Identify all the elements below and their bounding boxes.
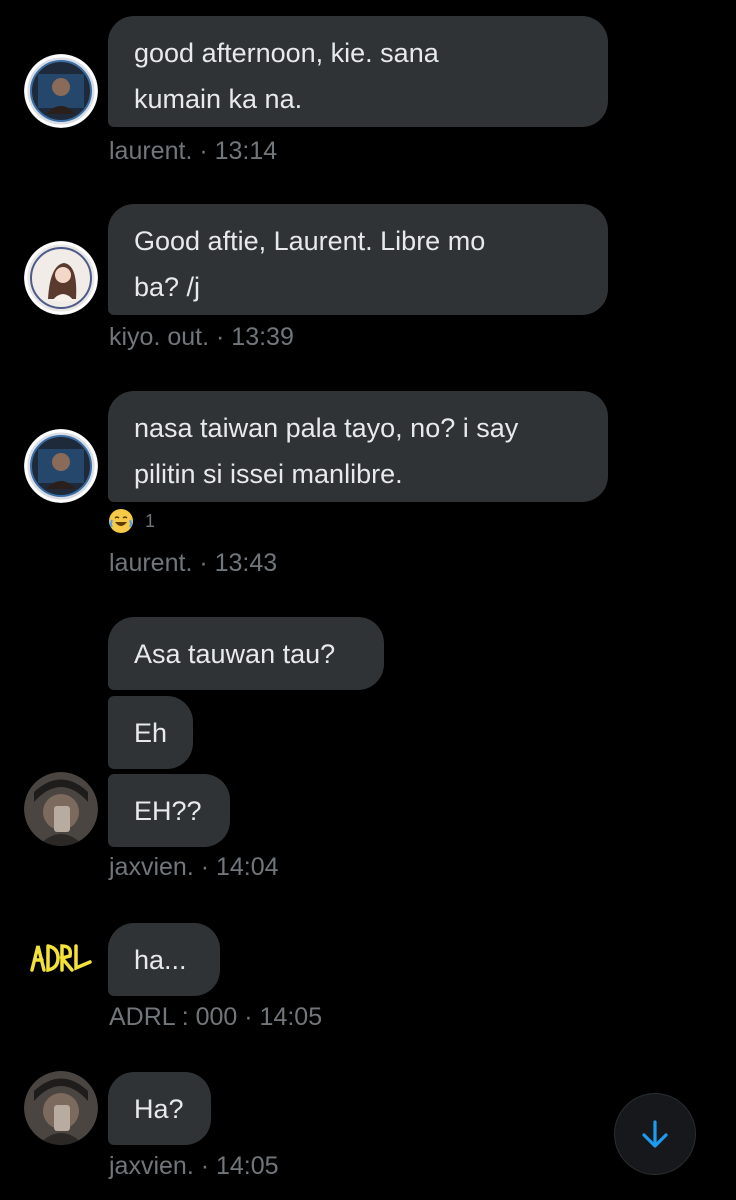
message-meta: laurent. · 13:43 <box>109 549 277 578</box>
message-time: 13:14 <box>214 137 278 165</box>
message-time: 14:05 <box>216 1152 279 1180</box>
avatar-laurent[interactable] <box>24 429 98 503</box>
message-meta: jaxvien. · 14:04 <box>109 853 279 882</box>
meta-separator: · <box>216 323 225 351</box>
avatar-adrl[interactable] <box>28 938 94 978</box>
author-name[interactable]: jaxvien. <box>109 1152 194 1180</box>
avatar-laurent-image <box>24 54 98 128</box>
avatar-jaxvien[interactable] <box>24 772 98 846</box>
message-bubble[interactable]: Asa tauwan tau? <box>108 617 384 690</box>
avatar-kiyo[interactable] <box>24 241 98 315</box>
message-bubble[interactable]: Good aftie, Laurent. Libre mo ba? /j <box>108 204 608 315</box>
message-bubble[interactable]: nasa taiwan pala tayo, no? i say pilitin… <box>108 391 608 502</box>
arrow-down-icon <box>642 1120 668 1148</box>
meta-separator: · <box>199 137 208 165</box>
message-text-line: ba? /j <box>134 272 201 302</box>
avatar-laurent[interactable] <box>24 54 98 128</box>
author-name[interactable]: laurent. <box>109 549 192 577</box>
avatar-jaxvien-image <box>24 1071 98 1145</box>
reaction-count: 1 <box>145 510 156 531</box>
message-text-line: good afternoon, kie. sana <box>134 38 439 68</box>
adrl-logo-image <box>30 944 92 973</box>
message-text-line: ha... <box>134 945 187 975</box>
message-text-line: pilitin si issei manlibre. <box>134 459 403 489</box>
avatar-laurent-image <box>24 429 98 503</box>
face-with-tears-of-joy-icon <box>109 509 133 533</box>
message-bubble[interactable]: ha... <box>108 923 220 996</box>
message-time: 13:43 <box>214 549 278 577</box>
message-text-line: Asa tauwan tau? <box>134 639 336 669</box>
message-reaction[interactable]: 1 <box>109 509 155 533</box>
message-text-line: nasa taiwan pala tayo, no? i say <box>134 413 519 443</box>
message-text-line: Ha? <box>134 1094 184 1124</box>
author-name[interactable]: ADRL : 000 <box>109 1003 237 1031</box>
message-bubble[interactable]: EH?? <box>108 774 230 847</box>
message-bubble[interactable]: Ha? <box>108 1072 211 1145</box>
author-name[interactable]: jaxvien. <box>109 853 194 881</box>
scroll-to-bottom-button[interactable] <box>614 1093 696 1175</box>
message-text-line: Eh <box>134 718 168 748</box>
meta-separator: · <box>244 1003 253 1031</box>
message-meta: jaxvien. · 14:05 <box>109 1152 279 1181</box>
message-bubble[interactable]: good afternoon, kie. sana kumain ka na. <box>108 16 608 127</box>
message-meta: ADRL : 000 · 14:05 <box>109 1003 322 1032</box>
avatar-jaxvien-image <box>24 772 98 846</box>
meta-separator: · <box>199 549 208 577</box>
message-bubble[interactable]: Eh <box>108 696 193 769</box>
author-name[interactable]: laurent. <box>109 137 192 165</box>
message-meta: laurent. · 13:14 <box>109 137 277 166</box>
message-time: 14:04 <box>216 853 279 881</box>
meta-separator: · <box>200 853 210 881</box>
message-time: 13:39 <box>231 323 294 351</box>
message-text-line: Good aftie, Laurent. Libre mo <box>134 226 486 256</box>
author-name[interactable]: kiyo. out. <box>109 323 209 351</box>
message-time: 14:05 <box>259 1003 323 1031</box>
message-text-line: EH?? <box>134 796 202 826</box>
avatar-jaxvien[interactable] <box>24 1071 98 1145</box>
message-meta: kiyo. out. · 13:39 <box>109 323 294 352</box>
message-text-line: kumain ka na. <box>134 84 303 114</box>
meta-separator: · <box>200 1152 210 1180</box>
avatar-kiyo-image <box>24 241 98 315</box>
